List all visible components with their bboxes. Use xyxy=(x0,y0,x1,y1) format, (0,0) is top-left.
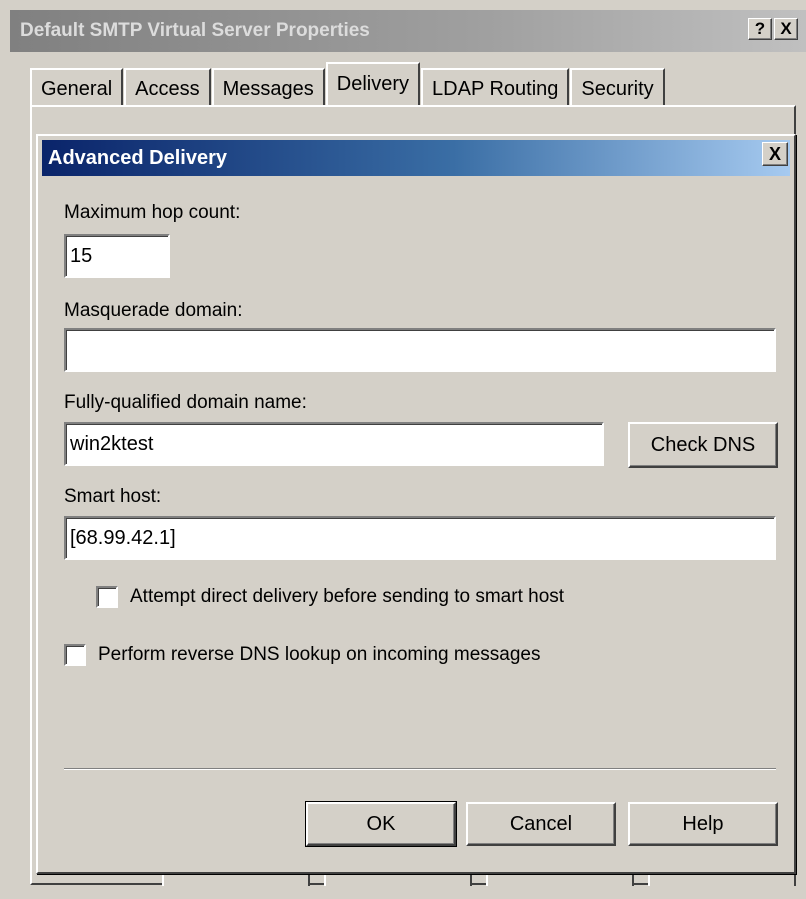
smart-host-input[interactable] xyxy=(64,516,776,560)
button-separator xyxy=(64,768,776,770)
inner-title-bar[interactable]: Advanced Delivery xyxy=(42,140,790,176)
cancel-button[interactable]: Cancel xyxy=(466,802,616,846)
advanced-delivery-dialog: Advanced Delivery X Maximum hop count: M… xyxy=(36,134,796,874)
attempt-direct-checkbox[interactable] xyxy=(96,586,118,608)
tab-access[interactable]: Access xyxy=(124,68,211,106)
max-hop-count-input[interactable] xyxy=(64,234,170,278)
attempt-direct-row: Attempt direct delivery before sending t… xyxy=(96,586,564,608)
close-icon[interactable]: X xyxy=(762,142,788,166)
tab-delivery[interactable]: Delivery xyxy=(325,62,421,106)
smart-host-label: Smart host: xyxy=(64,486,162,507)
advanced-delivery-title: Advanced Delivery xyxy=(48,147,227,169)
reverse-dns-label: Perform reverse DNS lookup on incoming m… xyxy=(98,644,541,665)
outer-dialog-title: Default SMTP Virtual Server Properties xyxy=(20,20,370,41)
fqdn-label: Fully-qualified domain name: xyxy=(64,392,307,413)
tab-general[interactable]: General xyxy=(30,68,124,106)
tab-ldap-routing[interactable]: LDAP Routing xyxy=(421,68,570,106)
outer-close-icon[interactable]: X xyxy=(774,18,798,40)
masquerade-domain-label: Masquerade domain: xyxy=(64,300,243,321)
reverse-dns-checkbox[interactable] xyxy=(64,644,86,666)
check-dns-button[interactable]: Check DNS xyxy=(628,422,778,468)
help-button[interactable]: Help xyxy=(628,802,778,846)
ok-button[interactable]: OK xyxy=(305,801,457,847)
attempt-direct-label: Attempt direct delivery before sending t… xyxy=(130,586,565,607)
reverse-dns-row: Perform reverse DNS lookup on incoming m… xyxy=(64,644,540,666)
tab-messages[interactable]: Messages xyxy=(211,68,325,106)
tab-security[interactable]: Security xyxy=(570,68,665,106)
help-question-icon[interactable]: ? xyxy=(748,18,772,40)
fqdn-input[interactable] xyxy=(64,422,604,466)
max-hop-count-label: Maximum hop count: xyxy=(64,202,241,223)
masquerade-domain-input[interactable] xyxy=(64,328,776,372)
property-tabs: General Access Messages Delivery LDAP Ro… xyxy=(30,62,666,106)
outer-title-bar[interactable]: Default SMTP Virtual Server Properties ?… xyxy=(10,10,806,52)
